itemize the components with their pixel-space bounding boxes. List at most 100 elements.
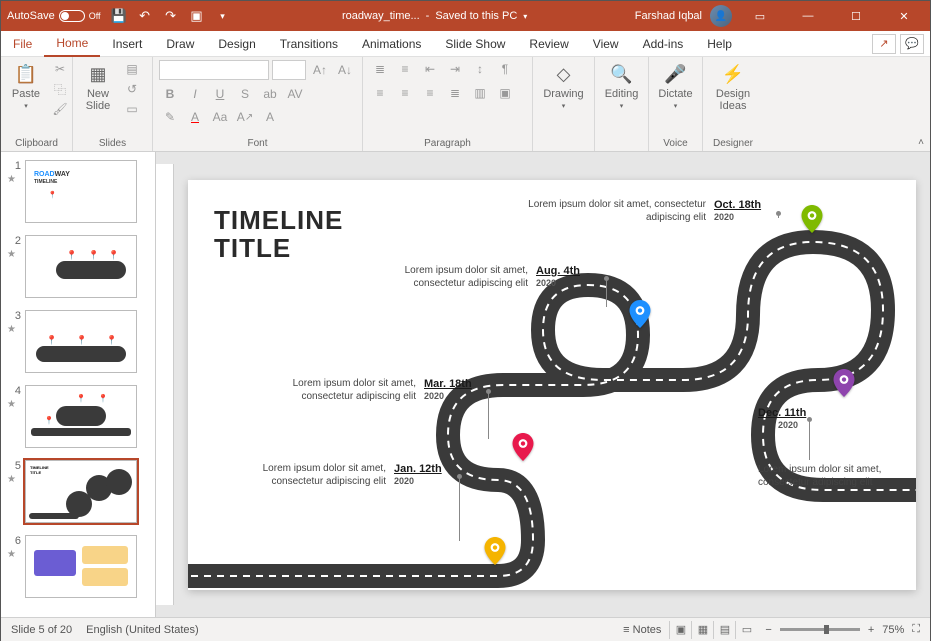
sorter-view-icon[interactable]: ▦ bbox=[691, 621, 713, 639]
layout-icon[interactable]: ▤ bbox=[121, 60, 143, 78]
milestone-date: Dec. 11th bbox=[758, 406, 908, 420]
design-ideas-button[interactable]: ⚡ Design Ideas bbox=[709, 60, 757, 114]
fit-to-window-icon[interactable]: ⛶ bbox=[912, 623, 920, 636]
dictate-button[interactable]: 🎤 Dictate ▾ bbox=[655, 60, 696, 112]
tab-draw[interactable]: Draw bbox=[154, 32, 206, 56]
autosave-toggle[interactable]: AutoSave Off bbox=[7, 10, 101, 22]
share-icon[interactable]: ↗ bbox=[872, 34, 896, 54]
editing-button[interactable]: 🔍 Editing ▾ bbox=[601, 60, 642, 112]
line-spacing-icon[interactable]: ↕ bbox=[469, 60, 491, 78]
reading-view-icon[interactable]: ▤ bbox=[713, 621, 735, 639]
indent-left-icon[interactable]: ⇤ bbox=[419, 60, 441, 78]
maximize-icon[interactable]: ☐ bbox=[836, 1, 876, 31]
shadow-icon[interactable]: ab bbox=[259, 85, 281, 103]
highlight-icon[interactable]: ✎ bbox=[159, 108, 181, 126]
tab-insert[interactable]: Insert bbox=[100, 32, 154, 56]
pin-jan[interactable] bbox=[484, 537, 506, 565]
slide-thumbnails[interactable]: 1★ ROADWAYTIMELINE📍 2★ 📍📍📍 3★ 📍📍📍 4★ 📍📍📍… bbox=[1, 152, 156, 617]
language[interactable]: English (United States) bbox=[86, 624, 199, 636]
align-right-icon[interactable]: ≡ bbox=[419, 84, 441, 102]
tab-animations[interactable]: Animations bbox=[350, 32, 433, 56]
tab-transitions[interactable]: Transitions bbox=[268, 32, 350, 56]
thumbnail-6[interactable]: 6★ bbox=[1, 531, 155, 606]
close-icon[interactable]: ✕ bbox=[884, 1, 924, 31]
justify-icon[interactable]: ≣ bbox=[444, 84, 466, 102]
tab-design[interactable]: Design bbox=[206, 32, 267, 56]
zoom-level[interactable]: 75% bbox=[882, 624, 904, 636]
notes-button[interactable]: ≡ Notes bbox=[623, 624, 661, 636]
tab-view[interactable]: View bbox=[581, 32, 631, 56]
thumbnail-5[interactable]: 5★ TIMELINETITLE bbox=[1, 456, 155, 531]
slide-editor[interactable]: TIMELINE TITLE bbox=[156, 152, 930, 617]
thumbnail-3[interactable]: 3★ 📍📍📍 bbox=[1, 306, 155, 381]
zoom-slider[interactable] bbox=[780, 628, 860, 631]
slide-title[interactable]: TIMELINE TITLE bbox=[214, 206, 343, 263]
chevron-down-icon[interactable]: ▾ bbox=[523, 12, 527, 21]
bold-icon[interactable]: B bbox=[159, 85, 181, 103]
milestone-jan[interactable]: Lorem ipsum dolor sit amet, consectetur … bbox=[236, 462, 442, 488]
slide-canvas[interactable]: TIMELINE TITLE bbox=[188, 180, 916, 590]
new-slide-button[interactable]: ▦ New Slide bbox=[79, 60, 117, 114]
undo-icon[interactable]: ↶ bbox=[133, 4, 157, 28]
bullets-icon[interactable]: ≣ bbox=[369, 60, 391, 78]
slide-count[interactable]: Slide 5 of 20 bbox=[11, 624, 72, 636]
tab-review[interactable]: Review bbox=[517, 32, 580, 56]
slideshow-view-icon[interactable]: ▭ bbox=[735, 621, 757, 639]
font-color-icon[interactable]: A bbox=[184, 108, 206, 126]
align-center-icon[interactable]: ≡ bbox=[394, 84, 416, 102]
strike-icon[interactable]: S bbox=[234, 85, 256, 103]
animation-icon: ★ bbox=[7, 549, 21, 560]
comments-icon[interactable]: 💬 bbox=[900, 34, 924, 54]
cut-icon[interactable]: ✂ bbox=[49, 60, 71, 78]
slideshow-icon[interactable]: ▣ bbox=[185, 4, 209, 28]
milestone-mar[interactable]: Lorem ipsum dolor sit amet, consectetur … bbox=[266, 377, 472, 403]
copy-icon[interactable]: ⿻ bbox=[49, 80, 71, 98]
ribbon-display-icon[interactable]: ▭ bbox=[740, 1, 780, 31]
redo-icon[interactable]: ↷ bbox=[159, 4, 183, 28]
pin-aug[interactable] bbox=[629, 300, 651, 328]
tab-help[interactable]: Help bbox=[695, 32, 744, 56]
milestone-oct[interactable]: Lorem ipsum dolor sit amet, consectetur … bbox=[496, 198, 761, 224]
section-icon[interactable]: ▭ bbox=[121, 100, 143, 118]
change-case-icon[interactable]: Aa bbox=[209, 108, 231, 126]
tab-file[interactable]: File bbox=[1, 32, 44, 56]
milestone-dec[interactable]: Dec. 11th 2020 Lorem ipsum dolor sit ame… bbox=[758, 406, 908, 490]
columns-icon[interactable]: ▥ bbox=[469, 84, 491, 102]
decrease-font-icon[interactable]: A↓ bbox=[334, 61, 356, 79]
a-icon[interactable]: A bbox=[259, 108, 281, 126]
font-size-select[interactable] bbox=[272, 60, 306, 80]
pin-mar[interactable] bbox=[512, 433, 534, 461]
thumbnail-4[interactable]: 4★ 📍📍📍 bbox=[1, 381, 155, 456]
clear-format-icon[interactable]: A↗ bbox=[234, 108, 256, 126]
normal-view-icon[interactable]: ▣ bbox=[669, 621, 691, 639]
thumbnail-1[interactable]: 1★ ROADWAYTIMELINE📍 bbox=[1, 156, 155, 231]
save-icon[interactable]: 💾 bbox=[107, 4, 131, 28]
minimize-icon[interactable]: — bbox=[788, 1, 828, 31]
indent-right-icon[interactable]: ⇥ bbox=[444, 60, 466, 78]
collapse-ribbon-icon[interactable]: ˄ bbox=[912, 137, 930, 151]
italic-icon[interactable]: I bbox=[184, 85, 206, 103]
milestone-aug[interactable]: Lorem ipsum dolor sit amet, consectetur … bbox=[398, 264, 580, 290]
font-family-select[interactable] bbox=[159, 60, 269, 80]
more-icon[interactable]: ▾ bbox=[211, 4, 235, 28]
reset-icon[interactable]: ↺ bbox=[121, 80, 143, 98]
pin-dec[interactable] bbox=[833, 369, 855, 397]
text-direction-icon[interactable]: ¶ bbox=[494, 60, 516, 78]
paste-button[interactable]: 📋 Paste ▾ bbox=[7, 60, 45, 112]
tab-home[interactable]: Home bbox=[44, 31, 100, 57]
drawing-button[interactable]: ◇ Drawing ▾ bbox=[539, 60, 588, 112]
thumbnail-2[interactable]: 2★ 📍📍📍 bbox=[1, 231, 155, 306]
smartart-icon[interactable]: ▣ bbox=[494, 84, 516, 102]
pin-oct[interactable] bbox=[801, 205, 823, 233]
spacing-icon[interactable]: AV bbox=[284, 85, 306, 103]
increase-font-icon[interactable]: A↑ bbox=[309, 61, 331, 79]
format-painter-icon[interactable]: 🖌 bbox=[49, 100, 71, 118]
avatar[interactable]: 👤 bbox=[710, 5, 732, 27]
underline-icon[interactable]: U bbox=[209, 85, 231, 103]
tab-addins[interactable]: Add-ins bbox=[631, 32, 696, 56]
numbering-icon[interactable]: ≡ bbox=[394, 60, 416, 78]
align-left-icon[interactable]: ≡ bbox=[369, 84, 391, 102]
zoom-in-icon[interactable]: + bbox=[868, 624, 874, 636]
tab-slideshow[interactable]: Slide Show bbox=[433, 32, 517, 56]
zoom-out-icon[interactable]: − bbox=[765, 624, 771, 636]
